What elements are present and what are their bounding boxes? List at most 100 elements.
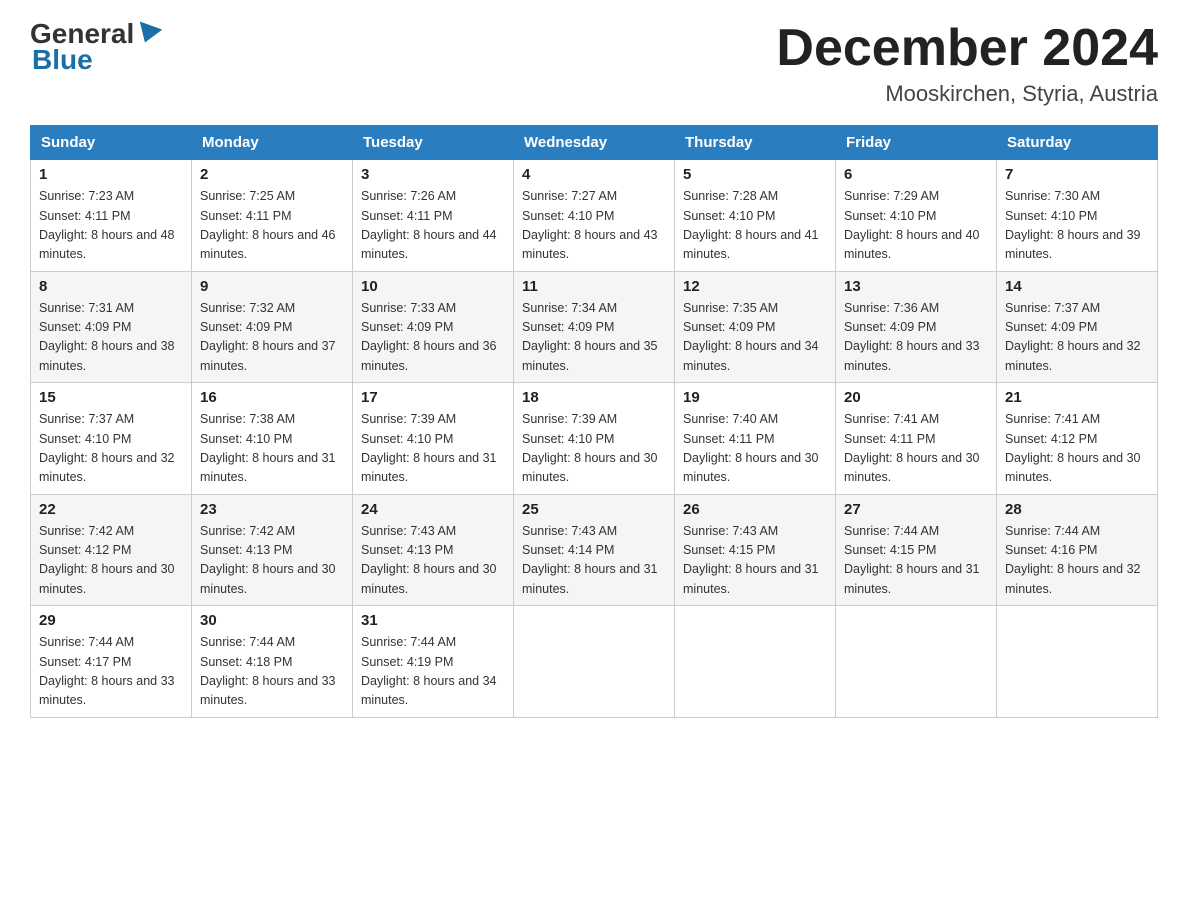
day-number: 13 (844, 278, 988, 295)
day-number: 9 (200, 278, 344, 295)
calendar-cell: 4 Sunrise: 7:27 AMSunset: 4:10 PMDayligh… (514, 160, 675, 272)
day-number: 2 (200, 166, 344, 183)
calendar-cell: 17 Sunrise: 7:39 AMSunset: 4:10 PMDaylig… (353, 383, 514, 495)
day-info: Sunrise: 7:43 AMSunset: 4:15 PMDaylight:… (683, 524, 819, 596)
calendar-cell: 30 Sunrise: 7:44 AMSunset: 4:18 PMDaylig… (192, 606, 353, 718)
day-info: Sunrise: 7:39 AMSunset: 4:10 PMDaylight:… (522, 412, 658, 484)
day-number: 12 (683, 278, 827, 295)
day-number: 3 (361, 166, 505, 183)
calendar-cell (997, 606, 1158, 718)
day-number: 21 (1005, 389, 1149, 406)
day-info: Sunrise: 7:44 AMSunset: 4:18 PMDaylight:… (200, 635, 336, 707)
day-number: 10 (361, 278, 505, 295)
day-number: 25 (522, 501, 666, 518)
calendar-cell (675, 606, 836, 718)
day-number: 7 (1005, 166, 1149, 183)
day-info: Sunrise: 7:37 AMSunset: 4:09 PMDaylight:… (1005, 301, 1141, 373)
day-number: 23 (200, 501, 344, 518)
calendar-header-thursday: Thursday (675, 126, 836, 160)
calendar-cell: 1 Sunrise: 7:23 AMSunset: 4:11 PMDayligh… (31, 160, 192, 272)
day-number: 15 (39, 389, 183, 406)
calendar-body: 1 Sunrise: 7:23 AMSunset: 4:11 PMDayligh… (31, 160, 1158, 718)
calendar-week-row: 22 Sunrise: 7:42 AMSunset: 4:12 PMDaylig… (31, 494, 1158, 606)
day-number: 18 (522, 389, 666, 406)
calendar-cell (514, 606, 675, 718)
calendar-cell: 7 Sunrise: 7:30 AMSunset: 4:10 PMDayligh… (997, 160, 1158, 272)
calendar-cell: 6 Sunrise: 7:29 AMSunset: 4:10 PMDayligh… (836, 160, 997, 272)
day-number: 26 (683, 501, 827, 518)
day-info: Sunrise: 7:28 AMSunset: 4:10 PMDaylight:… (683, 189, 819, 261)
calendar-header-wednesday: Wednesday (514, 126, 675, 160)
calendar-week-row: 29 Sunrise: 7:44 AMSunset: 4:17 PMDaylig… (31, 606, 1158, 718)
calendar-cell: 19 Sunrise: 7:40 AMSunset: 4:11 PMDaylig… (675, 383, 836, 495)
day-info: Sunrise: 7:44 AMSunset: 4:15 PMDaylight:… (844, 524, 980, 596)
calendar-cell: 24 Sunrise: 7:43 AMSunset: 4:13 PMDaylig… (353, 494, 514, 606)
day-number: 24 (361, 501, 505, 518)
day-number: 16 (200, 389, 344, 406)
calendar-week-row: 15 Sunrise: 7:37 AMSunset: 4:10 PMDaylig… (31, 383, 1158, 495)
calendar-cell: 22 Sunrise: 7:42 AMSunset: 4:12 PMDaylig… (31, 494, 192, 606)
calendar-cell: 28 Sunrise: 7:44 AMSunset: 4:16 PMDaylig… (997, 494, 1158, 606)
day-info: Sunrise: 7:42 AMSunset: 4:12 PMDaylight:… (39, 524, 175, 596)
day-number: 17 (361, 389, 505, 406)
day-info: Sunrise: 7:44 AMSunset: 4:17 PMDaylight:… (39, 635, 175, 707)
day-number: 29 (39, 612, 183, 629)
day-info: Sunrise: 7:44 AMSunset: 4:19 PMDaylight:… (361, 635, 497, 707)
day-number: 8 (39, 278, 183, 295)
calendar-cell: 26 Sunrise: 7:43 AMSunset: 4:15 PMDaylig… (675, 494, 836, 606)
logo: General Blue (30, 20, 162, 76)
day-info: Sunrise: 7:23 AMSunset: 4:11 PMDaylight:… (39, 189, 175, 261)
day-info: Sunrise: 7:36 AMSunset: 4:09 PMDaylight:… (844, 301, 980, 373)
calendar-week-row: 1 Sunrise: 7:23 AMSunset: 4:11 PMDayligh… (31, 160, 1158, 272)
calendar-cell: 29 Sunrise: 7:44 AMSunset: 4:17 PMDaylig… (31, 606, 192, 718)
day-info: Sunrise: 7:25 AMSunset: 4:11 PMDaylight:… (200, 189, 336, 261)
logo-blue-text: Blue (32, 44, 93, 75)
day-number: 4 (522, 166, 666, 183)
day-info: Sunrise: 7:27 AMSunset: 4:10 PMDaylight:… (522, 189, 658, 261)
calendar-cell: 2 Sunrise: 7:25 AMSunset: 4:11 PMDayligh… (192, 160, 353, 272)
calendar-cell (836, 606, 997, 718)
day-info: Sunrise: 7:26 AMSunset: 4:11 PMDaylight:… (361, 189, 497, 261)
day-info: Sunrise: 7:43 AMSunset: 4:14 PMDaylight:… (522, 524, 658, 596)
calendar-header-sunday: Sunday (31, 126, 192, 160)
day-number: 20 (844, 389, 988, 406)
calendar-cell: 25 Sunrise: 7:43 AMSunset: 4:14 PMDaylig… (514, 494, 675, 606)
calendar-cell: 9 Sunrise: 7:32 AMSunset: 4:09 PMDayligh… (192, 271, 353, 383)
day-info: Sunrise: 7:42 AMSunset: 4:13 PMDaylight:… (200, 524, 336, 596)
calendar-cell: 14 Sunrise: 7:37 AMSunset: 4:09 PMDaylig… (997, 271, 1158, 383)
calendar-cell: 27 Sunrise: 7:44 AMSunset: 4:15 PMDaylig… (836, 494, 997, 606)
day-info: Sunrise: 7:37 AMSunset: 4:10 PMDaylight:… (39, 412, 175, 484)
day-info: Sunrise: 7:40 AMSunset: 4:11 PMDaylight:… (683, 412, 819, 484)
calendar-cell: 12 Sunrise: 7:35 AMSunset: 4:09 PMDaylig… (675, 271, 836, 383)
day-info: Sunrise: 7:35 AMSunset: 4:09 PMDaylight:… (683, 301, 819, 373)
day-info: Sunrise: 7:41 AMSunset: 4:11 PMDaylight:… (844, 412, 980, 484)
title-area: December 2024 Mooskirchen, Styria, Austr… (776, 20, 1158, 107)
calendar-header-friday: Friday (836, 126, 997, 160)
day-number: 31 (361, 612, 505, 629)
day-number: 22 (39, 501, 183, 518)
calendar-cell: 5 Sunrise: 7:28 AMSunset: 4:10 PMDayligh… (675, 160, 836, 272)
calendar-cell: 16 Sunrise: 7:38 AMSunset: 4:10 PMDaylig… (192, 383, 353, 495)
calendar-table: SundayMondayTuesdayWednesdayThursdayFrid… (30, 125, 1158, 718)
calendar-header-row: SundayMondayTuesdayWednesdayThursdayFrid… (31, 126, 1158, 160)
calendar-cell: 3 Sunrise: 7:26 AMSunset: 4:11 PMDayligh… (353, 160, 514, 272)
day-info: Sunrise: 7:31 AMSunset: 4:09 PMDaylight:… (39, 301, 175, 373)
day-info: Sunrise: 7:32 AMSunset: 4:09 PMDaylight:… (200, 301, 336, 373)
calendar-cell: 21 Sunrise: 7:41 AMSunset: 4:12 PMDaylig… (997, 383, 1158, 495)
day-info: Sunrise: 7:30 AMSunset: 4:10 PMDaylight:… (1005, 189, 1141, 261)
calendar-cell: 15 Sunrise: 7:37 AMSunset: 4:10 PMDaylig… (31, 383, 192, 495)
calendar-cell: 20 Sunrise: 7:41 AMSunset: 4:11 PMDaylig… (836, 383, 997, 495)
day-number: 11 (522, 278, 666, 295)
calendar-cell: 10 Sunrise: 7:33 AMSunset: 4:09 PMDaylig… (353, 271, 514, 383)
day-info: Sunrise: 7:34 AMSunset: 4:09 PMDaylight:… (522, 301, 658, 373)
calendar-week-row: 8 Sunrise: 7:31 AMSunset: 4:09 PMDayligh… (31, 271, 1158, 383)
day-info: Sunrise: 7:41 AMSunset: 4:12 PMDaylight:… (1005, 412, 1141, 484)
location-subtitle: Mooskirchen, Styria, Austria (776, 81, 1158, 107)
calendar-cell: 11 Sunrise: 7:34 AMSunset: 4:09 PMDaylig… (514, 271, 675, 383)
calendar-cell: 31 Sunrise: 7:44 AMSunset: 4:19 PMDaylig… (353, 606, 514, 718)
day-info: Sunrise: 7:43 AMSunset: 4:13 PMDaylight:… (361, 524, 497, 596)
header: General Blue December 2024 Mooskirchen, … (30, 20, 1158, 107)
calendar-cell: 13 Sunrise: 7:36 AMSunset: 4:09 PMDaylig… (836, 271, 997, 383)
day-number: 6 (844, 166, 988, 183)
day-number: 5 (683, 166, 827, 183)
